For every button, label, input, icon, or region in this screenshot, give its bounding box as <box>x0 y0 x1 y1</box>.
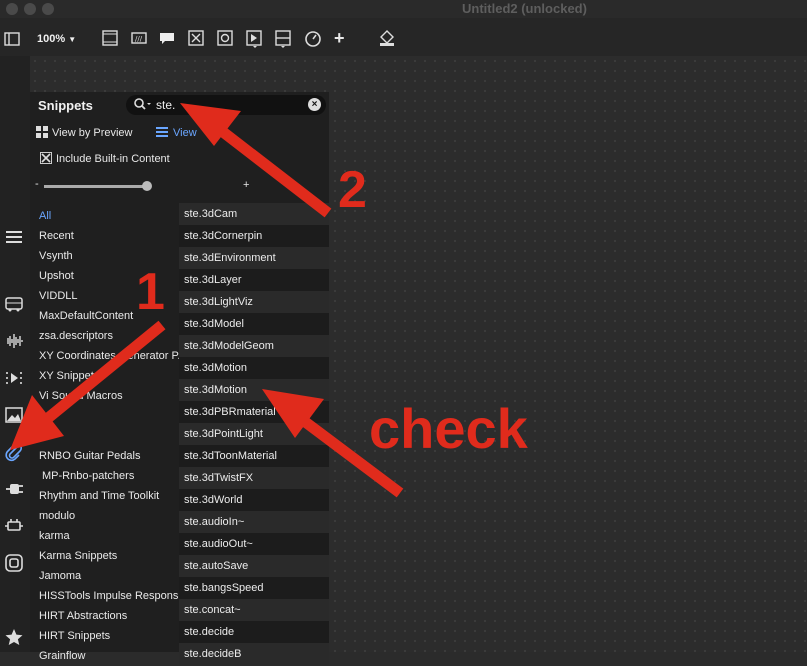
waveform-icon[interactable] <box>3 330 25 352</box>
toggle-icon[interactable] <box>188 30 204 49</box>
paperclip-icon[interactable] <box>3 441 25 463</box>
annotation-one: 1 <box>136 263 165 321</box>
category-item[interactable]: Rhythm and Time Toolkit <box>30 486 180 506</box>
slider-minus: - <box>35 178 39 190</box>
result-item[interactable]: ste.concat~ <box>179 599 329 621</box>
category-item[interactable]: MP-Rnbo-patchers <box>30 466 180 486</box>
result-item[interactable]: ste.3dPBRmaterial <box>179 401 329 423</box>
panel-title: Snippets <box>38 98 93 113</box>
category-item[interactable]: modulo <box>30 506 180 526</box>
bus-icon[interactable] <box>3 293 25 315</box>
result-item[interactable]: ste.3dModelGeom <box>179 335 329 357</box>
add-object-icon[interactable]: + <box>334 28 345 49</box>
result-item[interactable]: ste.audioOut~ <box>179 533 329 555</box>
result-item[interactable]: ste.3dPointLight <box>179 423 329 445</box>
preview-size-slider[interactable] <box>44 185 146 188</box>
view-by-list-label: View <box>173 127 197 139</box>
result-item[interactable]: ste.decide <box>179 621 329 643</box>
category-item[interactable]: RNBO Guitar Pedals <box>30 446 180 466</box>
category-item[interactable]: r <box>30 406 180 426</box>
grid-icon <box>36 126 48 138</box>
checkbox-checked-icon <box>40 152 52 164</box>
presentation-icon[interactable] <box>102 30 118 49</box>
svg-text:///: /// <box>135 35 143 43</box>
category-item[interactable]: XY Snippets <box>30 366 180 386</box>
sidebar-toggle-icon[interactable] <box>4 31 20 50</box>
include-builtin-label: Include Built-in Content <box>56 153 170 165</box>
category-item[interactable]: Vi Sound Macros <box>30 386 180 406</box>
result-item[interactable]: ste.decideB <box>179 643 329 665</box>
category-item[interactable]: HIRT Snippets <box>30 626 180 646</box>
category-item[interactable]: HISSTools Impulse Respons... <box>30 586 180 606</box>
result-item[interactable]: ste.bangsSpeed <box>179 577 329 599</box>
result-item[interactable]: ste.3dTwistFX <box>179 467 329 489</box>
result-item[interactable]: ste.3dEnvironment <box>179 247 329 269</box>
result-item[interactable]: ste.3dWorld <box>179 489 329 511</box>
category-item[interactable]: zsa.descriptors <box>30 326 180 346</box>
menu-icon[interactable] <box>3 226 25 248</box>
results-list: ste.3dCam ste.3dCornerpin ste.3dEnvironmen… <box>179 203 329 665</box>
result-item[interactable]: ste.3dToonMaterial <box>179 445 329 467</box>
toolbar: 100% ▼ /// + <box>0 18 807 56</box>
result-item[interactable]: ste.3dLightViz <box>179 291 329 313</box>
result-item[interactable]: ste.3dMotion <box>179 357 329 379</box>
dial-icon[interactable] <box>304 30 322 51</box>
connector-icon[interactable] <box>3 515 25 537</box>
close-window-button[interactable] <box>6 3 18 15</box>
slider-knob[interactable] <box>142 181 152 191</box>
view-by-preview-button[interactable]: View by Preview <box>36 126 133 139</box>
category-item[interactable]: Jamoma <box>30 566 180 586</box>
list-icon <box>156 127 168 137</box>
device-icon[interactable] <box>3 552 25 574</box>
plug-icon[interactable] <box>3 478 25 500</box>
category-item[interactable]: Karma Snippets <box>30 546 180 566</box>
paint-bucket-icon[interactable] <box>378 30 396 49</box>
search-input[interactable]: ste. <box>156 98 175 112</box>
zoom-window-button[interactable] <box>42 3 54 15</box>
annotation-two: 2 <box>338 161 367 219</box>
result-item[interactable]: ste.3dMotion <box>179 379 329 401</box>
category-item[interactable]: XY Coordinates Generator P... <box>30 346 180 366</box>
result-item[interactable]: ste.autoSave <box>179 555 329 577</box>
media-playlist-icon[interactable] <box>3 367 25 389</box>
zoom-value: 100% <box>37 33 66 45</box>
category-item[interactable]: Recent <box>30 226 180 246</box>
category-item[interactable]: All <box>30 206 180 226</box>
button-object-icon[interactable] <box>217 30 233 49</box>
star-icon[interactable] <box>3 626 25 648</box>
search-icon[interactable] <box>133 97 153 116</box>
view-by-preview-label: View by Preview <box>52 127 133 139</box>
result-item[interactable]: ste.3dCornerpin <box>179 225 329 247</box>
left-sidebar <box>0 56 30 652</box>
result-item[interactable]: ste.3dLayer <box>179 269 329 291</box>
comment-icon[interactable] <box>159 30 175 49</box>
image-icon[interactable] <box>3 404 25 426</box>
category-item[interactable]: HIRT Abstractions <box>30 606 180 626</box>
title-bar: Untitled2 (unlocked) <box>0 0 807 18</box>
result-item[interactable]: ste.3dModel <box>179 313 329 335</box>
minimize-window-button[interactable] <box>24 3 36 15</box>
snippets-panel: Snippets ste. × View by Preview View Inc… <box>30 92 329 665</box>
category-item[interactable]: Grainflow <box>30 646 180 666</box>
search-field[interactable]: ste. × <box>126 95 326 115</box>
window-title: Untitled2 (unlocked) <box>462 1 587 16</box>
chevron-down-icon: ▼ <box>68 35 77 44</box>
zoom-select[interactable]: 100% ▼ <box>37 33 76 45</box>
result-item[interactable]: ste.3dCam <box>179 203 329 225</box>
category-item[interactable]: s <box>30 426 180 446</box>
clear-search-icon[interactable]: × <box>308 98 321 111</box>
category-item[interactable]: karma <box>30 526 180 546</box>
result-item[interactable]: ste.audioIn~ <box>179 511 329 533</box>
slider-plus: + <box>243 179 250 191</box>
include-builtin-checkbox[interactable]: Include Built-in Content <box>40 152 170 165</box>
annotation-check: check <box>369 397 528 460</box>
playlist-icon[interactable] <box>246 30 262 51</box>
message-box-icon[interactable]: /// <box>131 30 147 49</box>
view-by-list-button[interactable]: View <box>156 126 197 139</box>
slider-object-icon[interactable] <box>275 30 291 51</box>
